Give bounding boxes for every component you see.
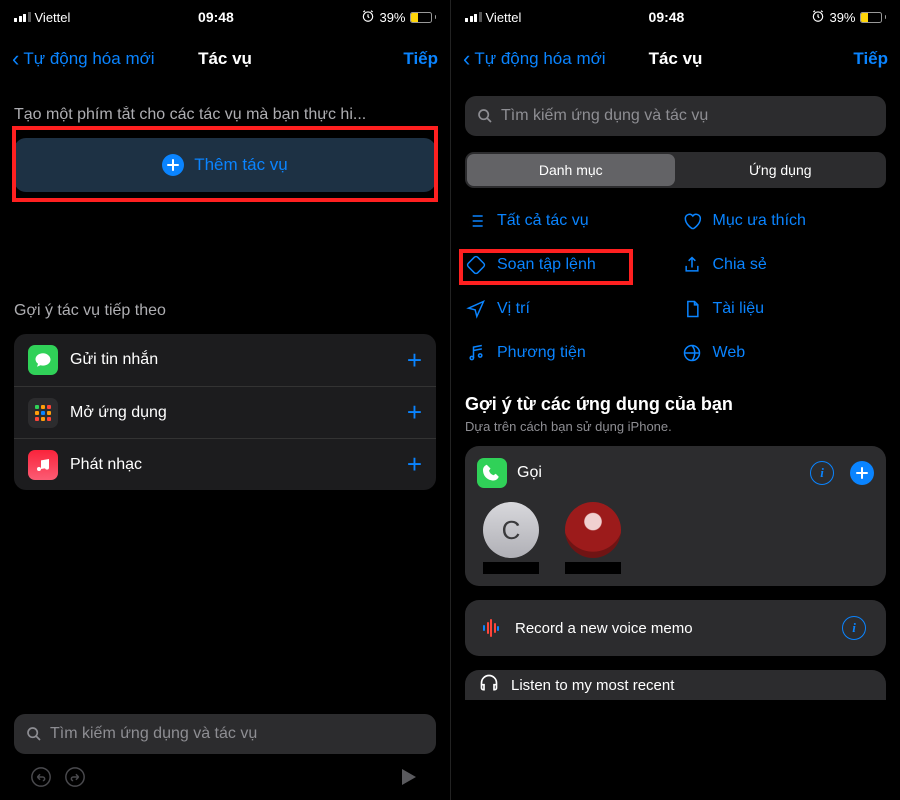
heart-icon [681,210,703,232]
chevron-left-icon: ‹ [463,48,470,70]
app-suggestions-heading: Gợi ý từ các ứng dụng của bạn [465,394,886,415]
segment-apps[interactable]: Ứng dụng [677,154,885,186]
category-scripting[interactable]: Soạn tập lệnh [465,254,671,276]
category-documents[interactable]: Tài liệu [681,298,887,320]
status-bar: Viettel 09:48 39% [451,0,900,34]
listen-recent-label: Listen to my most recent [511,677,674,694]
left-screenshot: Viettel 09:48 39% ‹ Tự động hóa mới Tác … [0,0,450,800]
headphones-icon [479,673,499,698]
contact-item[interactable]: C [479,502,543,574]
plus-circle-icon [162,154,184,176]
suggestion-label: Gửi tin nhắn [70,351,395,369]
contact-name-redacted [483,562,539,574]
category-sharing[interactable]: Chia sẻ [681,254,887,276]
suggestion-send-message[interactable]: Gửi tin nhắn + [14,334,436,386]
bottom-toolbar [14,754,436,800]
messages-app-icon [28,345,58,375]
back-label: Tự động hóa mới [23,49,154,69]
script-icon [465,254,487,276]
back-button[interactable]: ‹ Tự động hóa mới [463,48,649,70]
undo-button[interactable] [24,760,58,794]
battery-icon [410,12,437,23]
intro-text: Tạo một phím tắt cho các tác vụ mà bạn t… [14,106,436,124]
right-screenshot: Viettel 09:48 39% ‹ Tự động hóa mới Tác … [450,0,900,800]
search-field[interactable]: Tìm kiếm ứng dụng và tác vụ [14,714,436,754]
avatar: C [483,502,539,558]
phone-app-icon [477,458,507,488]
info-button[interactable]: i [810,461,834,485]
segment-categories[interactable]: Danh mục [467,154,675,186]
signal-icon [465,12,482,22]
carrier-label: Viettel [35,10,71,25]
suggestions-list: Gửi tin nhắn + Mở ứng dụng + Phát nhạc + [14,334,436,490]
back-label: Tự động hóa mới [474,49,605,69]
category-media[interactable]: Phương tiện [465,342,671,364]
clock-time: 09:48 [649,9,685,25]
contact-name-redacted [565,562,621,574]
alarm-icon [361,9,375,26]
waveform-icon [479,619,503,637]
list-icon [465,210,487,232]
contacts-row: C [477,502,874,574]
category-grid: Tất cả tác vụ Mục ưa thích Soạn tập lệnh… [465,210,886,364]
next-actions-heading: Gợi ý tác vụ tiếp theo [14,302,436,320]
voice-memo-card[interactable]: Record a new voice memo i [465,600,886,656]
share-icon [681,254,703,276]
run-button[interactable] [392,760,426,794]
battery-pct: 39% [829,10,855,25]
status-bar: Viettel 09:48 39% [0,0,450,34]
add-action-label: Thêm tác vụ [194,155,288,175]
category-location[interactable]: Vị trí [465,298,671,320]
next-button[interactable]: Tiếp [702,49,888,69]
plus-icon: + [407,449,422,480]
segmented-control: Danh mục Ứng dụng [465,152,886,188]
add-button[interactable] [850,461,874,485]
suggestion-open-app[interactable]: Mở ứng dụng + [14,386,436,438]
clock-time: 09:48 [198,9,234,25]
category-web[interactable]: Web [681,342,887,364]
avatar [565,502,621,558]
nav-bar: ‹ Tự động hóa mới Tác vụ Tiếp [451,34,900,84]
nav-title: Tác vụ [198,49,252,69]
chevron-left-icon: ‹ [12,48,19,70]
back-button[interactable]: ‹ Tự động hóa mới [12,48,198,70]
next-button[interactable]: Tiếp [252,49,438,69]
search-field[interactable]: Tìm kiếm ứng dụng và tác vụ [465,96,886,136]
redo-button[interactable] [58,760,92,794]
category-all-actions[interactable]: Tất cả tác vụ [465,210,671,232]
nav-bar: ‹ Tự động hóa mới Tác vụ Tiếp [0,34,450,84]
location-icon [465,298,487,320]
signal-icon [14,12,31,22]
suggestion-play-music[interactable]: Phát nhạc + [14,438,436,490]
add-action-button[interactable]: Thêm tác vụ [14,138,436,192]
info-button[interactable]: i [842,616,866,640]
search-placeholder: Tìm kiếm ứng dụng và tác vụ [50,725,257,743]
search-placeholder: Tìm kiếm ứng dụng và tác vụ [501,107,708,125]
app-suggestions-subheading: Dựa trên cách bạn sử dụng iPhone. [465,419,886,434]
plus-icon: + [407,397,422,428]
search-icon [26,726,42,742]
search-icon [477,108,493,124]
call-card-title: Gọi [517,464,800,482]
music-app-icon [28,450,58,480]
category-favorites[interactable]: Mục ưa thích [681,210,887,232]
web-icon [681,342,703,364]
carrier-label: Viettel [486,10,522,25]
media-icon [465,342,487,364]
plus-icon: + [407,345,422,376]
battery-pct: 39% [379,10,405,25]
call-card: Gọi i C [465,446,886,586]
battery-icon [860,12,887,23]
app-grid-icon [28,398,58,428]
contact-item[interactable] [561,502,625,574]
suggestion-label: Mở ứng dụng [70,404,395,422]
doc-icon [681,298,703,320]
nav-title: Tác vụ [649,49,703,69]
suggestion-label: Phát nhạc [70,456,395,474]
voice-memo-label: Record a new voice memo [515,620,830,637]
listen-recent-card[interactable]: Listen to my most recent [465,670,886,700]
alarm-icon [811,9,825,26]
